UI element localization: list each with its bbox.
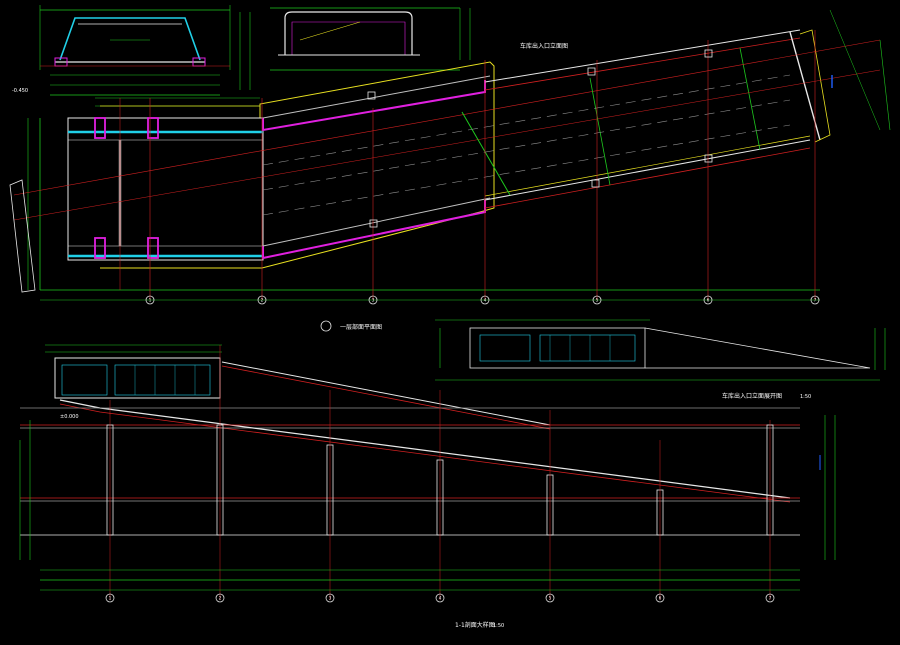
detail-section-1 [39,5,251,96]
section-grid-bubbles: 1 2 3 4 5 6 7 [105,593,775,603]
cad-drawing-canvas: 车库出入口立面图 一层部面平面图 1 2 3 4 5 6 7 车库出入口立面展开… [9,5,891,629]
plan-bubble-label-1: 1 [149,298,152,303]
section-bubble-label-3: 3 [329,596,332,601]
title-section-bottom-scale: 1:50 [493,623,504,629]
detail-section-2 [270,7,471,71]
title-section-right: 车库出入口立面图 [520,42,568,50]
title-section-bottom: 1-1剖面大样图 [455,621,495,629]
plan-bubble-label-2: 2 [261,298,264,303]
title-elevation-small-scale: 1:50 [800,394,811,400]
long-section [19,344,836,600]
plan-bubble-label-3: 3 [372,298,375,303]
title-top-view: 一层部面平面图 [340,323,382,331]
title-elevation-small: 车库出入口立面展开图 [722,392,782,400]
note-floor: ±0.000 [60,414,79,420]
plan-bubble-label-7: 7 [814,298,817,303]
note-left-elev: -0.450 [12,88,28,94]
section-bubble-label-6: 6 [659,596,662,601]
elevation-small [435,319,886,381]
section-bubble-label-1: 1 [109,596,112,601]
plan-view [9,9,891,301]
plan-bubble-label-6: 6 [707,298,710,303]
section-bubble-label-2: 2 [219,596,222,601]
section-bubble-label-7: 7 [769,596,772,601]
plan-bubble-label-5: 5 [596,298,599,303]
plan-bubble-label-4: 4 [484,298,487,303]
detail-marker-icon [320,320,332,332]
section-bubble-label-5: 5 [549,596,552,601]
section-bubble-label-4: 4 [439,596,442,601]
